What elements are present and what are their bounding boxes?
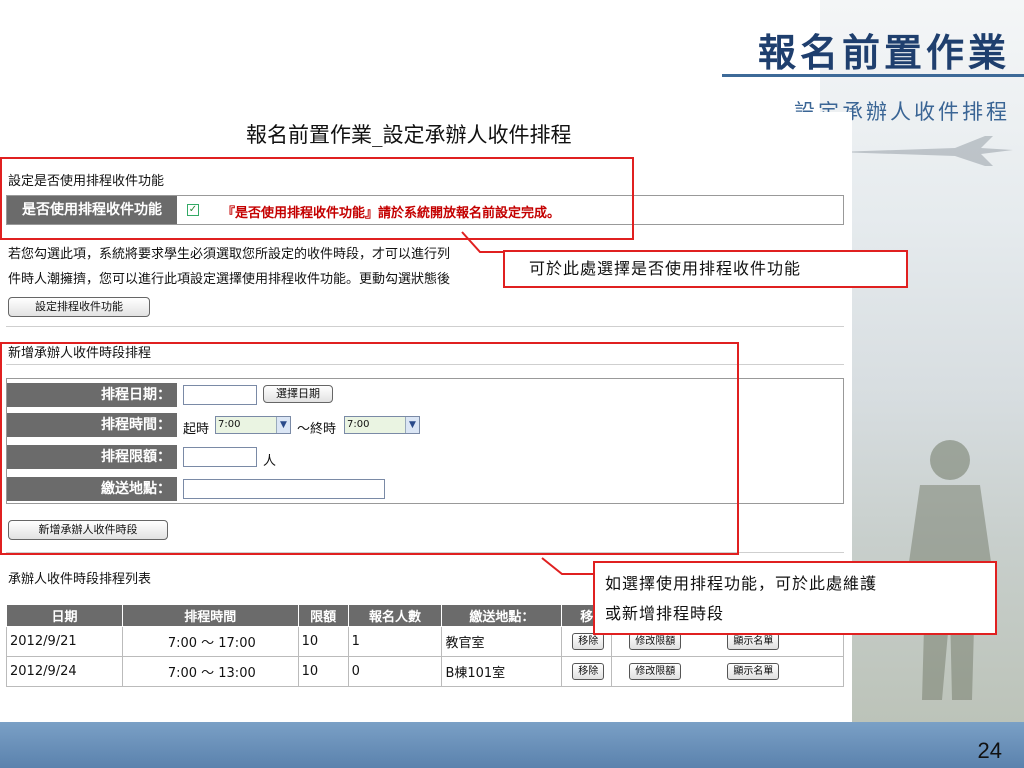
callout-settings: 可於此處選擇是否使用排程收件功能 [503, 250, 908, 288]
cell-date: 2012/9/21 [6, 626, 123, 657]
section-divider [6, 326, 844, 327]
callout-schedule: 如選擇使用排程功能，可於此處維護 或新增排程時段 [593, 561, 997, 635]
cell-quota: 10 [297, 626, 349, 657]
callout-schedule-line2: 或新增排程時段 [605, 604, 725, 623]
title-underline [722, 74, 1024, 77]
highlight-settings-box [0, 157, 634, 240]
set-schedule-button[interactable]: 設定排程收件功能 [8, 297, 150, 317]
cell-count: 0 [347, 656, 443, 687]
column-header: 排程時間 [121, 604, 299, 627]
jet-silhouette-icon [835, 136, 1013, 166]
remove-button[interactable]: 移除 [572, 663, 605, 680]
highlight-form-box [0, 342, 739, 555]
page-number: 24 [977, 738, 1002, 763]
settings-description-line1: 若您勾選此項，系統將要求學生必須選取您所設定的收件時段，才可以進行列 [8, 247, 451, 262]
slide-title: 報名前置作業 [757, 30, 1010, 75]
callout-pointer-icon [541, 557, 598, 575]
column-header: 日期 [6, 604, 123, 627]
remove-button[interactable]: 移除 [572, 633, 605, 650]
page-heading: 報名前置作業_設定承辦人收件排程 [246, 123, 572, 147]
cell-place: B棟101室 [441, 656, 563, 687]
cell-remove: 移除 [561, 656, 613, 687]
edit-quota-button[interactable]: 修改限額 [629, 663, 682, 680]
callout-schedule-line1: 如選擇使用排程功能，可於此處維護 [605, 574, 878, 593]
cell-quota: 10 [297, 656, 349, 687]
show-list-button[interactable]: 顯示名單 [727, 663, 780, 680]
cell-time: 7:00 ～ 17:00 [121, 626, 299, 657]
table-row: 2012/9/24 7:00 ～ 13:00 10 0 B棟101室 移除 修改… [6, 656, 844, 687]
show-list-button[interactable]: 顯示名單 [727, 633, 780, 650]
column-header: 繳送地點： [441, 604, 563, 627]
cell-time: 7:00 ～ 13:00 [121, 656, 299, 687]
slide-footer-bar [0, 722, 1024, 768]
schedule-list-title: 承辦人收件時段排程列表 [8, 572, 152, 587]
edit-quota-button[interactable]: 修改限額 [629, 633, 682, 650]
cell-date: 2012/9/24 [6, 656, 123, 687]
cell-actions: 修改限額 顯示名單 [611, 656, 844, 687]
cell-place: 教官室 [441, 626, 563, 657]
cell-count: 1 [347, 626, 443, 657]
settings-description-line2: 件時人潮擁擠，您可以進行此項設定選擇使用排程收件功能。更動勾選狀態後 [8, 272, 451, 287]
column-header: 限額 [297, 604, 349, 627]
column-header: 報名人數 [347, 604, 443, 627]
